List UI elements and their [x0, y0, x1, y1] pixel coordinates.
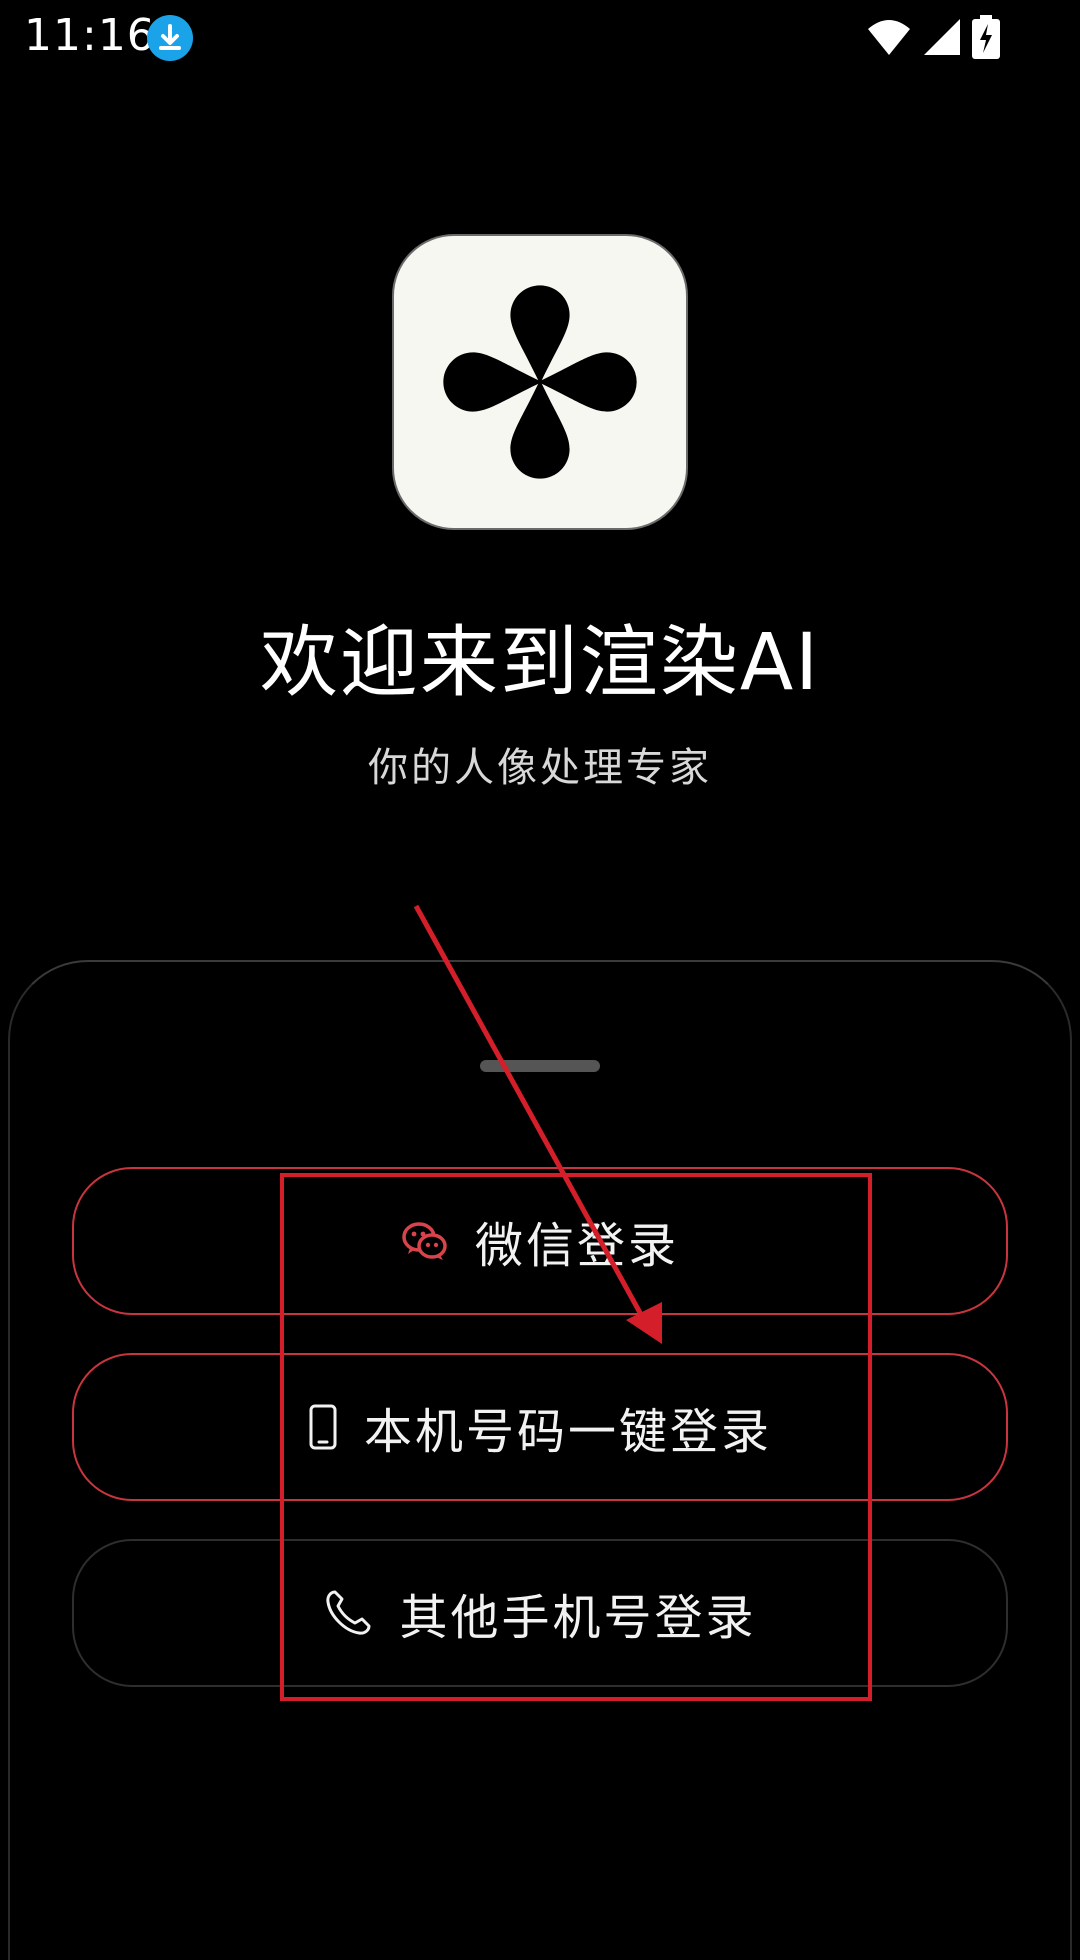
- welcome-title: 欢迎来到渲染AI: [259, 618, 821, 708]
- wifi-icon: [868, 20, 910, 55]
- phone-handset-icon: [323, 1588, 373, 1638]
- wechat-login-button[interactable]: 微信登录: [72, 1167, 1008, 1315]
- status-bar: 11:16: [0, 0, 1080, 72]
- sheet-drag-handle[interactable]: [480, 1060, 600, 1072]
- one-click-login-button[interactable]: 本机号码一键登录: [72, 1353, 1008, 1501]
- other-phone-login-button[interactable]: 其他手机号登录: [72, 1539, 1008, 1687]
- signal-icon: [924, 19, 960, 55]
- welcome-subtitle: 你的人像处理专家: [368, 745, 712, 791]
- system-icons: [866, 14, 1000, 60]
- status-time: 11:16: [24, 10, 156, 61]
- download-icon: [147, 15, 193, 61]
- clover-petal-icon: [443, 285, 637, 479]
- mobile-phone-icon: [308, 1404, 338, 1450]
- wechat-login-label: 微信登录: [474, 1218, 679, 1274]
- other-phone-login-label: 其他手机号登录: [399, 1590, 757, 1646]
- app-logo: [392, 234, 688, 530]
- battery-charging-icon: [972, 15, 1000, 59]
- wechat-icon: [401, 1219, 449, 1263]
- one-click-login-label: 本机号码一键登录: [363, 1404, 772, 1460]
